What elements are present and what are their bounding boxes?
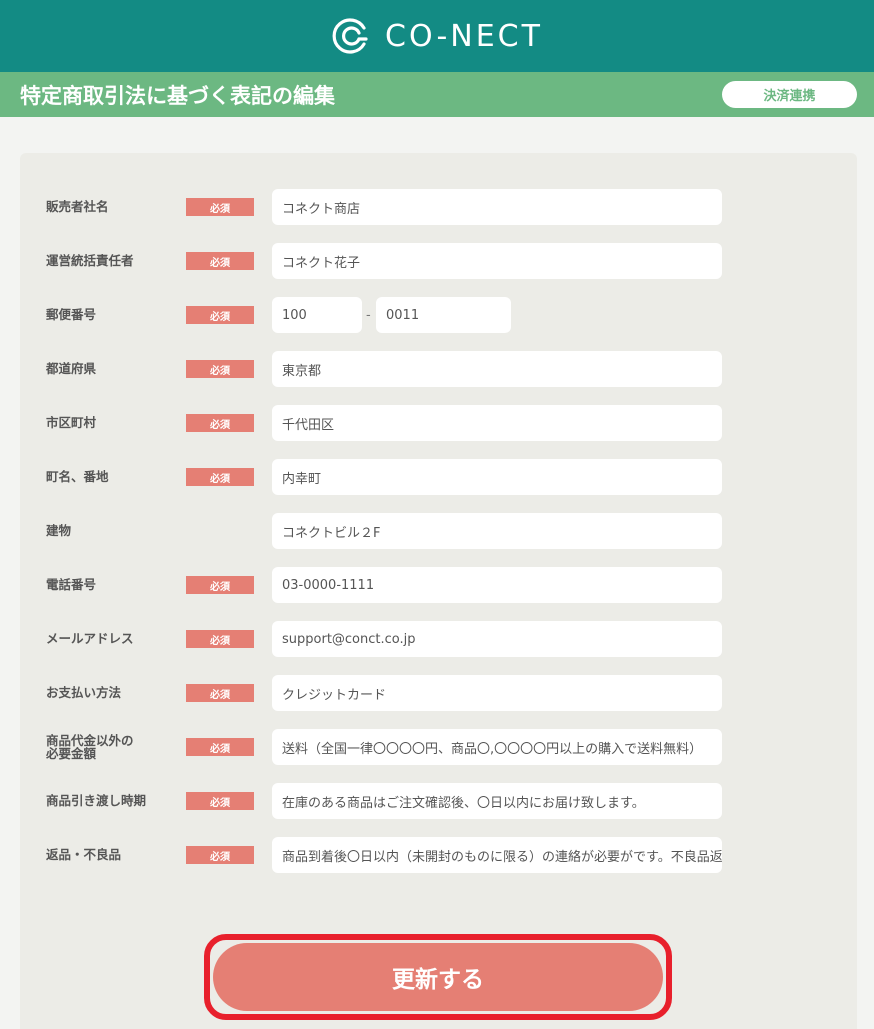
required-badge: 必須: [186, 846, 254, 864]
extra-fees-input[interactable]: 送料（全国一律〇〇〇〇円、商品〇,〇〇〇〇円以上の購入で送料無料）: [272, 729, 722, 765]
page-title: 特定商取引法に基づく表記の編集: [20, 84, 335, 108]
field-label: 返品・不良品: [46, 847, 122, 863]
required-badge: 必須: [186, 360, 254, 378]
required-badge: 必須: [186, 576, 254, 594]
form-row-returns: 返品・不良品 必須 商品到着後〇日以内（未開封のものに限る）の連絡が必要がです。…: [20, 837, 857, 873]
postal-code-separator: -: [366, 307, 371, 323]
form-row-extra-fees: 商品代金以外の 必要金額 必須 送料（全国一律〇〇〇〇円、商品〇,〇〇〇〇円以上…: [20, 729, 857, 765]
phone-input[interactable]: 03-0000-1111: [272, 567, 722, 603]
field-label: 市区町村: [46, 415, 97, 431]
postal-code-part1-input[interactable]: 100: [272, 297, 362, 333]
field-label: 販売者社名: [46, 199, 109, 215]
field-label: 町名、番地: [46, 469, 109, 485]
field-label: 郵便番号: [46, 307, 97, 323]
required-badge: 必須: [186, 792, 254, 810]
logo-text: CO-NECT: [385, 18, 543, 54]
form-row-postal-code: 郵便番号 必須 100 - 0011: [20, 297, 857, 333]
required-badge: 必須: [186, 198, 254, 216]
form-card: 販売者社名 必須 コネクト商店 運営統括責任者 必須 コネクト花子 郵便番号 必…: [20, 153, 857, 1029]
field-label: 電話番号: [46, 577, 97, 593]
field-label: メールアドレス: [46, 631, 134, 647]
form-row-email: メールアドレス 必須 support@conct.co.jp: [20, 621, 857, 657]
field-label: 商品代金以外の 必要金額: [46, 729, 196, 765]
required-badge: 必須: [186, 684, 254, 702]
manager-input[interactable]: コネクト花子: [272, 243, 722, 279]
form-row-delivery: 商品引き渡し時期 必須 在庫のある商品はご注文確認後、〇日以内にお届け致します。: [20, 783, 857, 819]
prefecture-input[interactable]: 東京都: [272, 351, 722, 387]
form-row-payment: お支払い方法 必須 クレジットカード: [20, 675, 857, 711]
form-row-seller-name: 販売者社名 必須 コネクト商店: [20, 189, 857, 225]
town-input[interactable]: 内幸町: [272, 459, 722, 495]
required-badge: 必須: [186, 414, 254, 432]
form-row-manager: 運営統括責任者 必須 コネクト花子: [20, 243, 857, 279]
delivery-time-input[interactable]: 在庫のある商品はご注文確認後、〇日以内にお届け致します。: [272, 783, 722, 819]
payment-method-input[interactable]: クレジットカード: [272, 675, 722, 711]
form-row-town: 町名、番地 必須 内幸町: [20, 459, 857, 495]
email-input[interactable]: support@conct.co.jp: [272, 621, 722, 657]
field-label: 建物: [46, 523, 72, 539]
required-badge: 必須: [186, 252, 254, 270]
returns-input[interactable]: 商品到着後〇日以内（未開封のものに限る）の連絡が必要がです。不良品返品: [272, 837, 722, 873]
field-label: 都道府県: [46, 361, 97, 377]
required-badge: 必須: [186, 630, 254, 648]
update-button[interactable]: 更新する: [213, 943, 663, 1011]
payment-integration-button[interactable]: 決済連携: [722, 81, 857, 108]
app-header: CO-NECT: [0, 0, 874, 72]
city-input[interactable]: 千代田区: [272, 405, 722, 441]
title-bar: 特定商取引法に基づく表記の編集 決済連携: [0, 72, 874, 117]
submit-highlight: 更新する: [204, 934, 672, 1020]
field-label: 商品引き渡し時期: [46, 793, 147, 809]
logo[interactable]: CO-NECT: [331, 16, 543, 56]
postal-code-part2-input[interactable]: 0011: [376, 297, 511, 333]
field-label: お支払い方法: [46, 685, 122, 701]
required-badge: 必須: [186, 738, 254, 756]
required-badge: 必須: [186, 306, 254, 324]
form-row-city: 市区町村 必須 千代田区: [20, 405, 857, 441]
form-row-building: 建物 コネクトビル２F: [20, 513, 857, 549]
co-nect-logo-icon: [332, 18, 368, 54]
seller-name-input[interactable]: コネクト商店: [272, 189, 722, 225]
form-row-prefecture: 都道府県 必須 東京都: [20, 351, 857, 387]
building-input[interactable]: コネクトビル２F: [272, 513, 722, 549]
form-row-phone: 電話番号 必須 03-0000-1111: [20, 567, 857, 603]
field-label-line2: 必要金額: [46, 746, 97, 761]
required-badge: 必須: [186, 468, 254, 486]
field-label: 運営統括責任者: [46, 253, 134, 269]
